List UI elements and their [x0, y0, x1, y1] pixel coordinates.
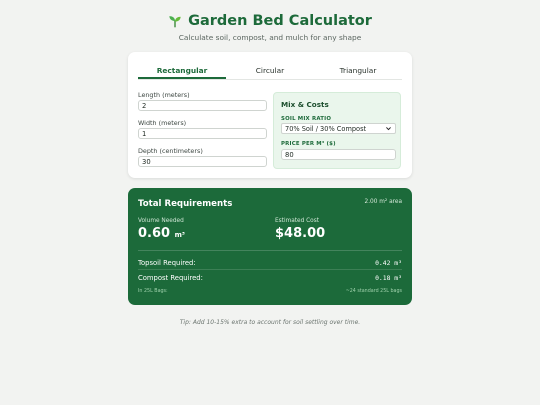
width-label: Width (meters)	[138, 119, 187, 127]
length-label: Length (meters)	[138, 91, 190, 99]
tip-text: Tip: Add 10-15% extra to account for soi…	[179, 319, 361, 326]
bags-label: In 25L Bags:	[138, 289, 168, 294]
cost-label: Estimated Cost	[275, 218, 320, 224]
length-input[interactable]	[138, 100, 267, 111]
page-title: Garden Bed Calculator	[168, 13, 372, 29]
page-subtitle: Calculate soil, compost, and mulch for a…	[178, 33, 362, 42]
tab-rectangular[interactable]: Rectangular	[138, 64, 226, 79]
tab-triangular[interactable]: Triangular	[314, 64, 402, 79]
results-divider	[138, 250, 402, 251]
page-header: Garden Bed Calculator Calculate soil, co…	[0, 13, 540, 42]
bags-value: ~24 standard 25L bags	[345, 289, 402, 294]
mix-title: Mix & Costs	[281, 100, 329, 109]
volume-value: 0.60 m³	[138, 226, 185, 241]
compost-value: 0.18 m³	[375, 274, 402, 282]
topsoil-label: Topsoil Required:	[138, 259, 196, 267]
shape-tabs: Rectangular Circular Triangular	[138, 64, 402, 80]
ratio-label: SOIL MIX RATIO	[281, 116, 332, 122]
volume-number: 0.60	[138, 226, 171, 241]
volume-label: Volume Needed	[138, 218, 184, 224]
chevron-down-icon	[386, 127, 391, 131]
topsoil-value: 0.42 m³	[375, 259, 402, 267]
row-divider	[138, 269, 402, 270]
sprout-icon	[169, 16, 181, 28]
depth-input[interactable]	[138, 156, 267, 167]
price-label: PRICE PER M³ ($)	[281, 141, 336, 147]
price-input[interactable]	[281, 149, 396, 160]
title-text: Garden Bed Calculator	[188, 13, 372, 29]
width-input[interactable]	[138, 128, 267, 139]
soil-mix-value: 70% Soil / 30% Compost	[285, 124, 367, 133]
results-card: Total Requirements 2.00 m² area Volume N…	[128, 188, 412, 305]
calculator-card: Rectangular Circular Triangular Length (…	[128, 52, 412, 178]
mix-costs-panel: Mix & Costs SOIL MIX RATIO 70% Soil / 30…	[273, 92, 401, 169]
depth-label: Depth (centimeters)	[138, 147, 203, 155]
tab-circular[interactable]: Circular	[226, 64, 314, 79]
results-title: Total Requirements	[138, 199, 233, 209]
volume-unit: m³	[174, 231, 185, 239]
cost-value: $48.00	[275, 226, 326, 241]
soil-mix-select[interactable]: 70% Soil / 30% Compost	[281, 123, 396, 134]
compost-label: Compost Required:	[138, 274, 203, 282]
area-badge: 2.00 m² area	[364, 199, 403, 205]
